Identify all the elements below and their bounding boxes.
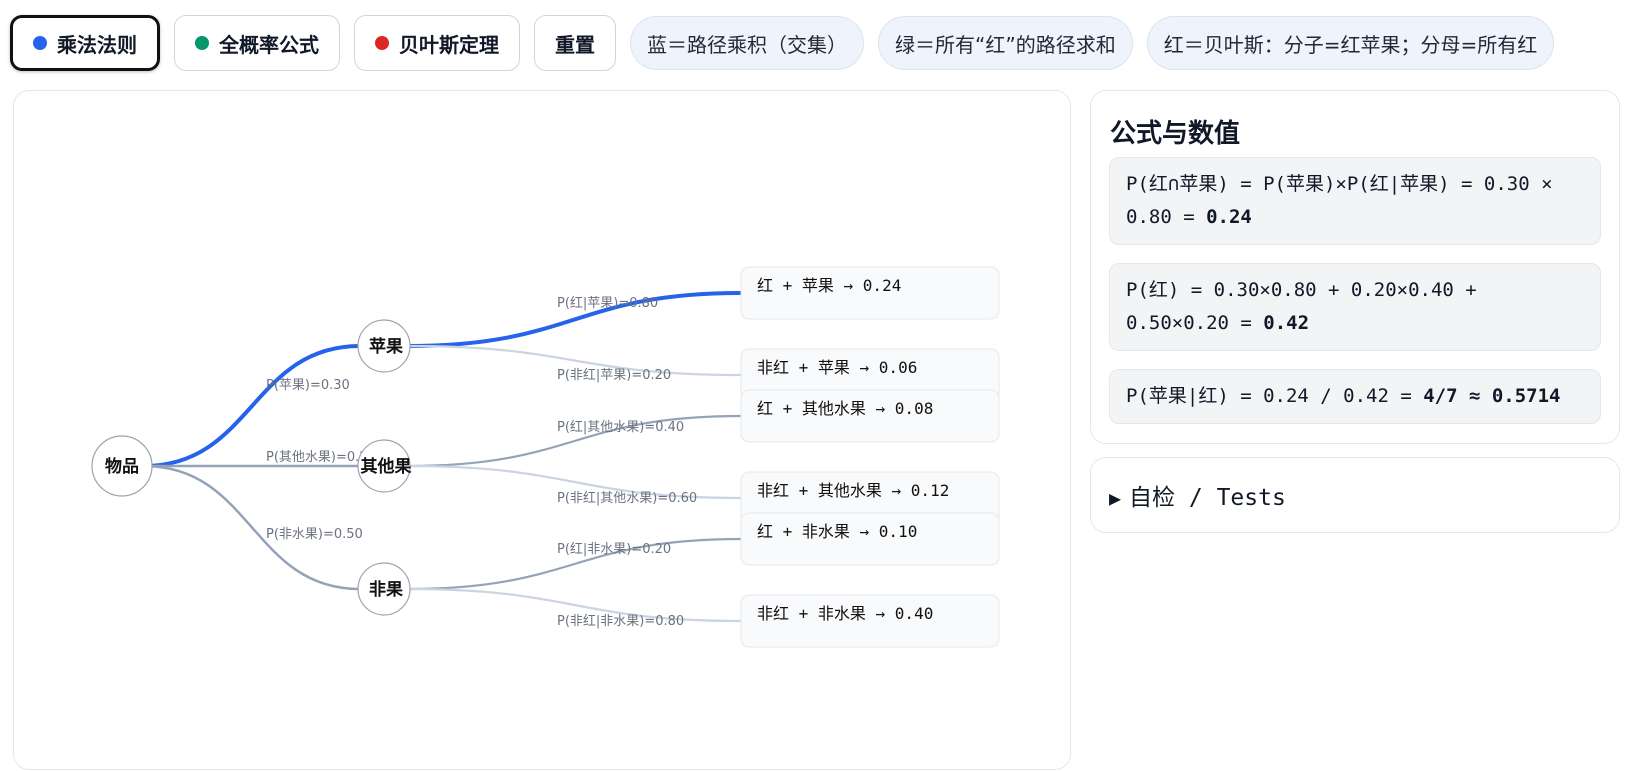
leaf-text-2-1: 非红 + 非水果 → 0.40: [757, 604, 933, 623]
tests-label: 自检 / Tests: [1129, 485, 1286, 511]
legend-green: 绿＝所有“红”的路径求和: [878, 16, 1133, 70]
formula-total-probability: P(红) = 0.30×0.80 + 0.20×0.40 + 0.50×0.20…: [1109, 263, 1601, 351]
formula-bayes: P(苹果|红) = 0.24 / 0.42 = 4/7 ≈ 0.5714: [1109, 369, 1601, 424]
total-probability-label: 全概率公式: [219, 34, 319, 57]
tree-panel: P(苹果)=0.30 P(红|苹果)=0.80 P(非红|苹果)=0.20 P(其他水…: [13, 90, 1071, 770]
red-dot-icon: [375, 36, 389, 50]
triangle-right-icon: ▶: [1109, 486, 1122, 510]
edge-label-leaf-0-1: P(非红|苹果)=0.20: [557, 367, 671, 383]
edge-label-leaf-1-0: P(红|其他水果)=0.40: [557, 419, 684, 435]
leaf-text-1-1: 非红 + 其他水果 → 0.12: [757, 481, 949, 500]
total-probability-button[interactable]: 全概率公式: [174, 15, 340, 71]
tree-nodes: 红 + 苹果 → 0.24 非红 + 苹果 → 0.06 苹果红 + 其他水果 → …: [91, 266, 1000, 648]
formula-panel-title: 公式与数值: [1110, 119, 1241, 149]
probability-tree: P(苹果)=0.30P(红|苹果)=0.80P(非红|苹果)=0.20P(其他水…: [91, 266, 1000, 648]
node-label-0: 苹果: [369, 336, 403, 357]
leaf-text-2-0: 红 + 非水果 → 0.10: [757, 522, 917, 541]
reset-button[interactable]: 重置: [534, 15, 616, 71]
toolbar: 乘法法则 全概率公式 贝叶斯定理 重置 蓝＝路径乘积（交集） 绿＝所有“红”的路…: [10, 14, 1642, 72]
tests-disclosure[interactable]: ▶ 自检 / Tests: [1090, 457, 1620, 533]
blue-dot-icon: [33, 36, 47, 50]
reset-label: 重置: [555, 34, 595, 57]
leaf-text-0-0: 红 + 苹果 → 0.24: [757, 276, 901, 295]
legend-green-text: 绿＝所有“红”的路径求和: [895, 32, 1116, 57]
edge-label-leaf-2-1: P(非红|非水果)=0.80: [557, 613, 684, 629]
formula-total-result: 0.42: [1263, 312, 1310, 334]
formula-panel: 公式与数值 P(红∩苹果) = P(苹果)×P(红|苹果) = 0.30 × 0…: [1090, 90, 1620, 444]
bayes-theorem-button[interactable]: 贝叶斯定理: [354, 15, 520, 71]
edge-label-root-0: P(苹果)=0.30: [266, 378, 350, 393]
bayes-theorem-label: 贝叶斯定理: [399, 34, 499, 57]
legend-red: 红＝贝叶斯：分子=红苹果；分母=所有红: [1146, 16, 1555, 70]
green-dot-icon: [195, 36, 209, 50]
edge-label-leaf-1-1: P(非红|其他水果)=0.60: [557, 490, 697, 506]
legend-blue: 蓝＝路径乘积（交集）: [630, 16, 864, 70]
edge-label-leaf-2-0: P(红|非水果)=0.20: [557, 541, 671, 557]
formula-intersection: P(红∩苹果) = P(苹果)×P(红|苹果) = 0.30 × 0.80 = …: [1109, 157, 1601, 245]
tests-summary[interactable]: ▶ 自检 / Tests: [1109, 478, 1286, 512]
formula-bayes-text: P(苹果|红) = 0.24 / 0.42 =: [1126, 385, 1424, 407]
edge-label-root-2: P(非水果)=0.50: [266, 527, 363, 542]
formula-bayes-result: 4/7 ≈ 0.5714: [1423, 385, 1561, 407]
tree-edges: [143, 291, 742, 623]
legend-red-text: 红＝贝叶斯：分子=红苹果；分母=所有红: [1163, 32, 1538, 57]
leaf-text-0-1: 非红 + 苹果 → 0.06: [757, 358, 917, 377]
multiplication-rule-button[interactable]: 乘法法则: [10, 15, 160, 71]
legend-blue-text: 蓝＝路径乘积（交集）: [647, 32, 847, 57]
edge-label-leaf-0-0: P(红|苹果)=0.80: [557, 295, 658, 311]
multiplication-rule-label: 乘法法则: [57, 34, 137, 57]
formula-intersection-text: P(红∩苹果) = P(苹果)×P(红|苹果) = 0.30 × 0.80 =: [1126, 173, 1553, 228]
formula-intersection-result: 0.24: [1206, 206, 1252, 228]
node-label-1: 其他果: [361, 456, 412, 477]
node-label-2: 非果: [369, 579, 403, 600]
edge-root-0: [143, 344, 361, 468]
root-node-label: 物品: [105, 456, 139, 477]
leaf-text-1-0: 红 + 其他水果 → 0.08: [757, 399, 933, 418]
